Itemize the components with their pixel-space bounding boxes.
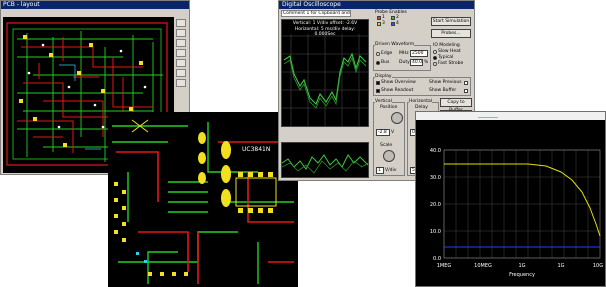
- edge-label: Edge: [381, 51, 393, 56]
- slow-heat-label: Slow Heat: [438, 49, 461, 54]
- driven-waveform-group: [373, 45, 431, 71]
- probe-2-checkbox[interactable]: [391, 16, 395, 20]
- show-previous-checkbox[interactable]: [464, 81, 468, 85]
- mhz-input[interactable]: 2500: [410, 50, 428, 57]
- probe-4-label: 4: [396, 21, 399, 26]
- probe-enables-label: Probe Enables: [375, 10, 407, 15]
- y-tick-label: 30.0: [430, 175, 441, 181]
- duty-label: Duty: [399, 60, 410, 65]
- pcb-menu-bar: [1, 9, 189, 16]
- bode-header: ________: [416, 112, 605, 120]
- x-tick-label: 1G: [518, 263, 525, 269]
- show-buffer-label: Show Buffer: [429, 88, 457, 93]
- show-readout-checkbox[interactable]: [376, 89, 380, 93]
- y-tick-label: 0.0: [433, 256, 441, 262]
- probe-2-label: 2: [396, 15, 399, 20]
- pcb-zoom-art: [112, 119, 294, 284]
- mhz-label: MHz: [399, 51, 409, 56]
- scope-overview: [281, 142, 369, 178]
- slow-heat-radio[interactable]: [433, 50, 437, 54]
- tool-button[interactable]: [176, 39, 186, 47]
- tool-button[interactable]: [176, 69, 186, 77]
- vertical-scale-label: Scale: [380, 143, 393, 148]
- scope-vertical-readout: Vertical: 1 V/div offset: -2.6V: [292, 21, 358, 26]
- bus-label: Bus: [381, 60, 390, 65]
- vertical-position-unit: V: [391, 130, 395, 135]
- driven-waveform-label: Driven Waveform: [375, 42, 415, 47]
- x-tick-label: 10MEG: [474, 263, 492, 269]
- vertical-label: Vertical: [375, 99, 392, 104]
- x-tick-label: 1MEG: [437, 263, 452, 269]
- show-overview-label: Show Overview: [381, 80, 416, 85]
- scope-overview-plot: [282, 154, 368, 174]
- start-simulation-button[interactable]: Start Simulation: [431, 17, 471, 26]
- tool-button[interactable]: [176, 49, 186, 57]
- x-axis-label: Frequency: [509, 272, 535, 278]
- y-tick-label: 10.0: [430, 229, 441, 235]
- show-readout-label: Show Readout: [381, 88, 414, 93]
- duty-input[interactable]: 40.0: [410, 59, 423, 66]
- show-overview-checkbox[interactable]: [376, 81, 380, 85]
- probe-3-checkbox[interactable]: [377, 22, 381, 26]
- vertical-scale-input[interactable]: 1: [376, 167, 384, 174]
- bode-plot-window: ________ 40.0 30.0 20.0 10.0 0.0 1MEG 10…: [415, 111, 606, 287]
- horizontal-label: Horizontal: [409, 99, 432, 104]
- edge-radio[interactable]: [376, 52, 380, 56]
- y-tick-label: 20.0: [430, 202, 441, 208]
- vertical-position-knob[interactable]: [391, 112, 403, 124]
- horizontal-delay-label: Delay: [415, 105, 428, 110]
- tool-button[interactable]: [176, 79, 186, 87]
- pcb-zoom-view: [108, 112, 298, 287]
- comment-field[interactable]: Comment 1 for Clipboard and printer: [281, 10, 351, 17]
- vertical-position-input[interactable]: -2.8: [376, 129, 390, 136]
- bode-plot-chart: 40.0 30.0 20.0 10.0 0.0 1MEG 10MEG 1G 1G…: [430, 148, 603, 278]
- chip-label: UC3841N: [242, 146, 271, 153]
- pcb-title-bar: PCB - layout: [1, 1, 189, 9]
- copy-to-buffer-button[interactable]: Copy to Buffer: [440, 98, 472, 113]
- fast-strobe-radio[interactable]: [433, 62, 437, 66]
- y-tick-label: 40.0: [430, 148, 441, 154]
- x-tick-label: 10G: [593, 263, 603, 269]
- oscilloscope-title-bar: Digital Oscilloscope: [279, 1, 474, 9]
- tool-button[interactable]: [176, 19, 186, 27]
- vertical-scale-knob[interactable]: [383, 150, 395, 162]
- vertical-position-label: Position: [380, 105, 398, 110]
- scope-horizontal-readout: Horizontal: 5 ms/div delay: 0.000Sec: [294, 27, 356, 37]
- duty-percent-label: %: [424, 60, 429, 65]
- show-buffer-checkbox[interactable]: [464, 89, 468, 93]
- vertical-scale-unit: V/div: [385, 168, 397, 173]
- typical-label: Typical: [438, 55, 454, 60]
- typical-radio[interactable]: [433, 56, 437, 60]
- probe-3-label: 3: [382, 21, 385, 26]
- fast-strobe-label: Fast Strobe: [438, 61, 464, 66]
- tool-button[interactable]: [176, 29, 186, 37]
- bode-title-link[interactable]: ________: [478, 112, 498, 118]
- probe-4-checkbox[interactable]: [391, 22, 395, 26]
- probe-1-checkbox[interactable]: [377, 16, 381, 20]
- x-tick-label: 1G: [557, 263, 564, 269]
- display-label: Display: [375, 74, 392, 79]
- tool-button[interactable]: [176, 59, 186, 67]
- probes-button[interactable]: Probes...: [431, 29, 471, 38]
- bus-radio[interactable]: [376, 61, 380, 65]
- show-previous-label: Show Previous: [429, 80, 462, 85]
- probe-1-label: 1: [382, 15, 385, 20]
- io-modeling-label: IO Modeling: [433, 43, 460, 48]
